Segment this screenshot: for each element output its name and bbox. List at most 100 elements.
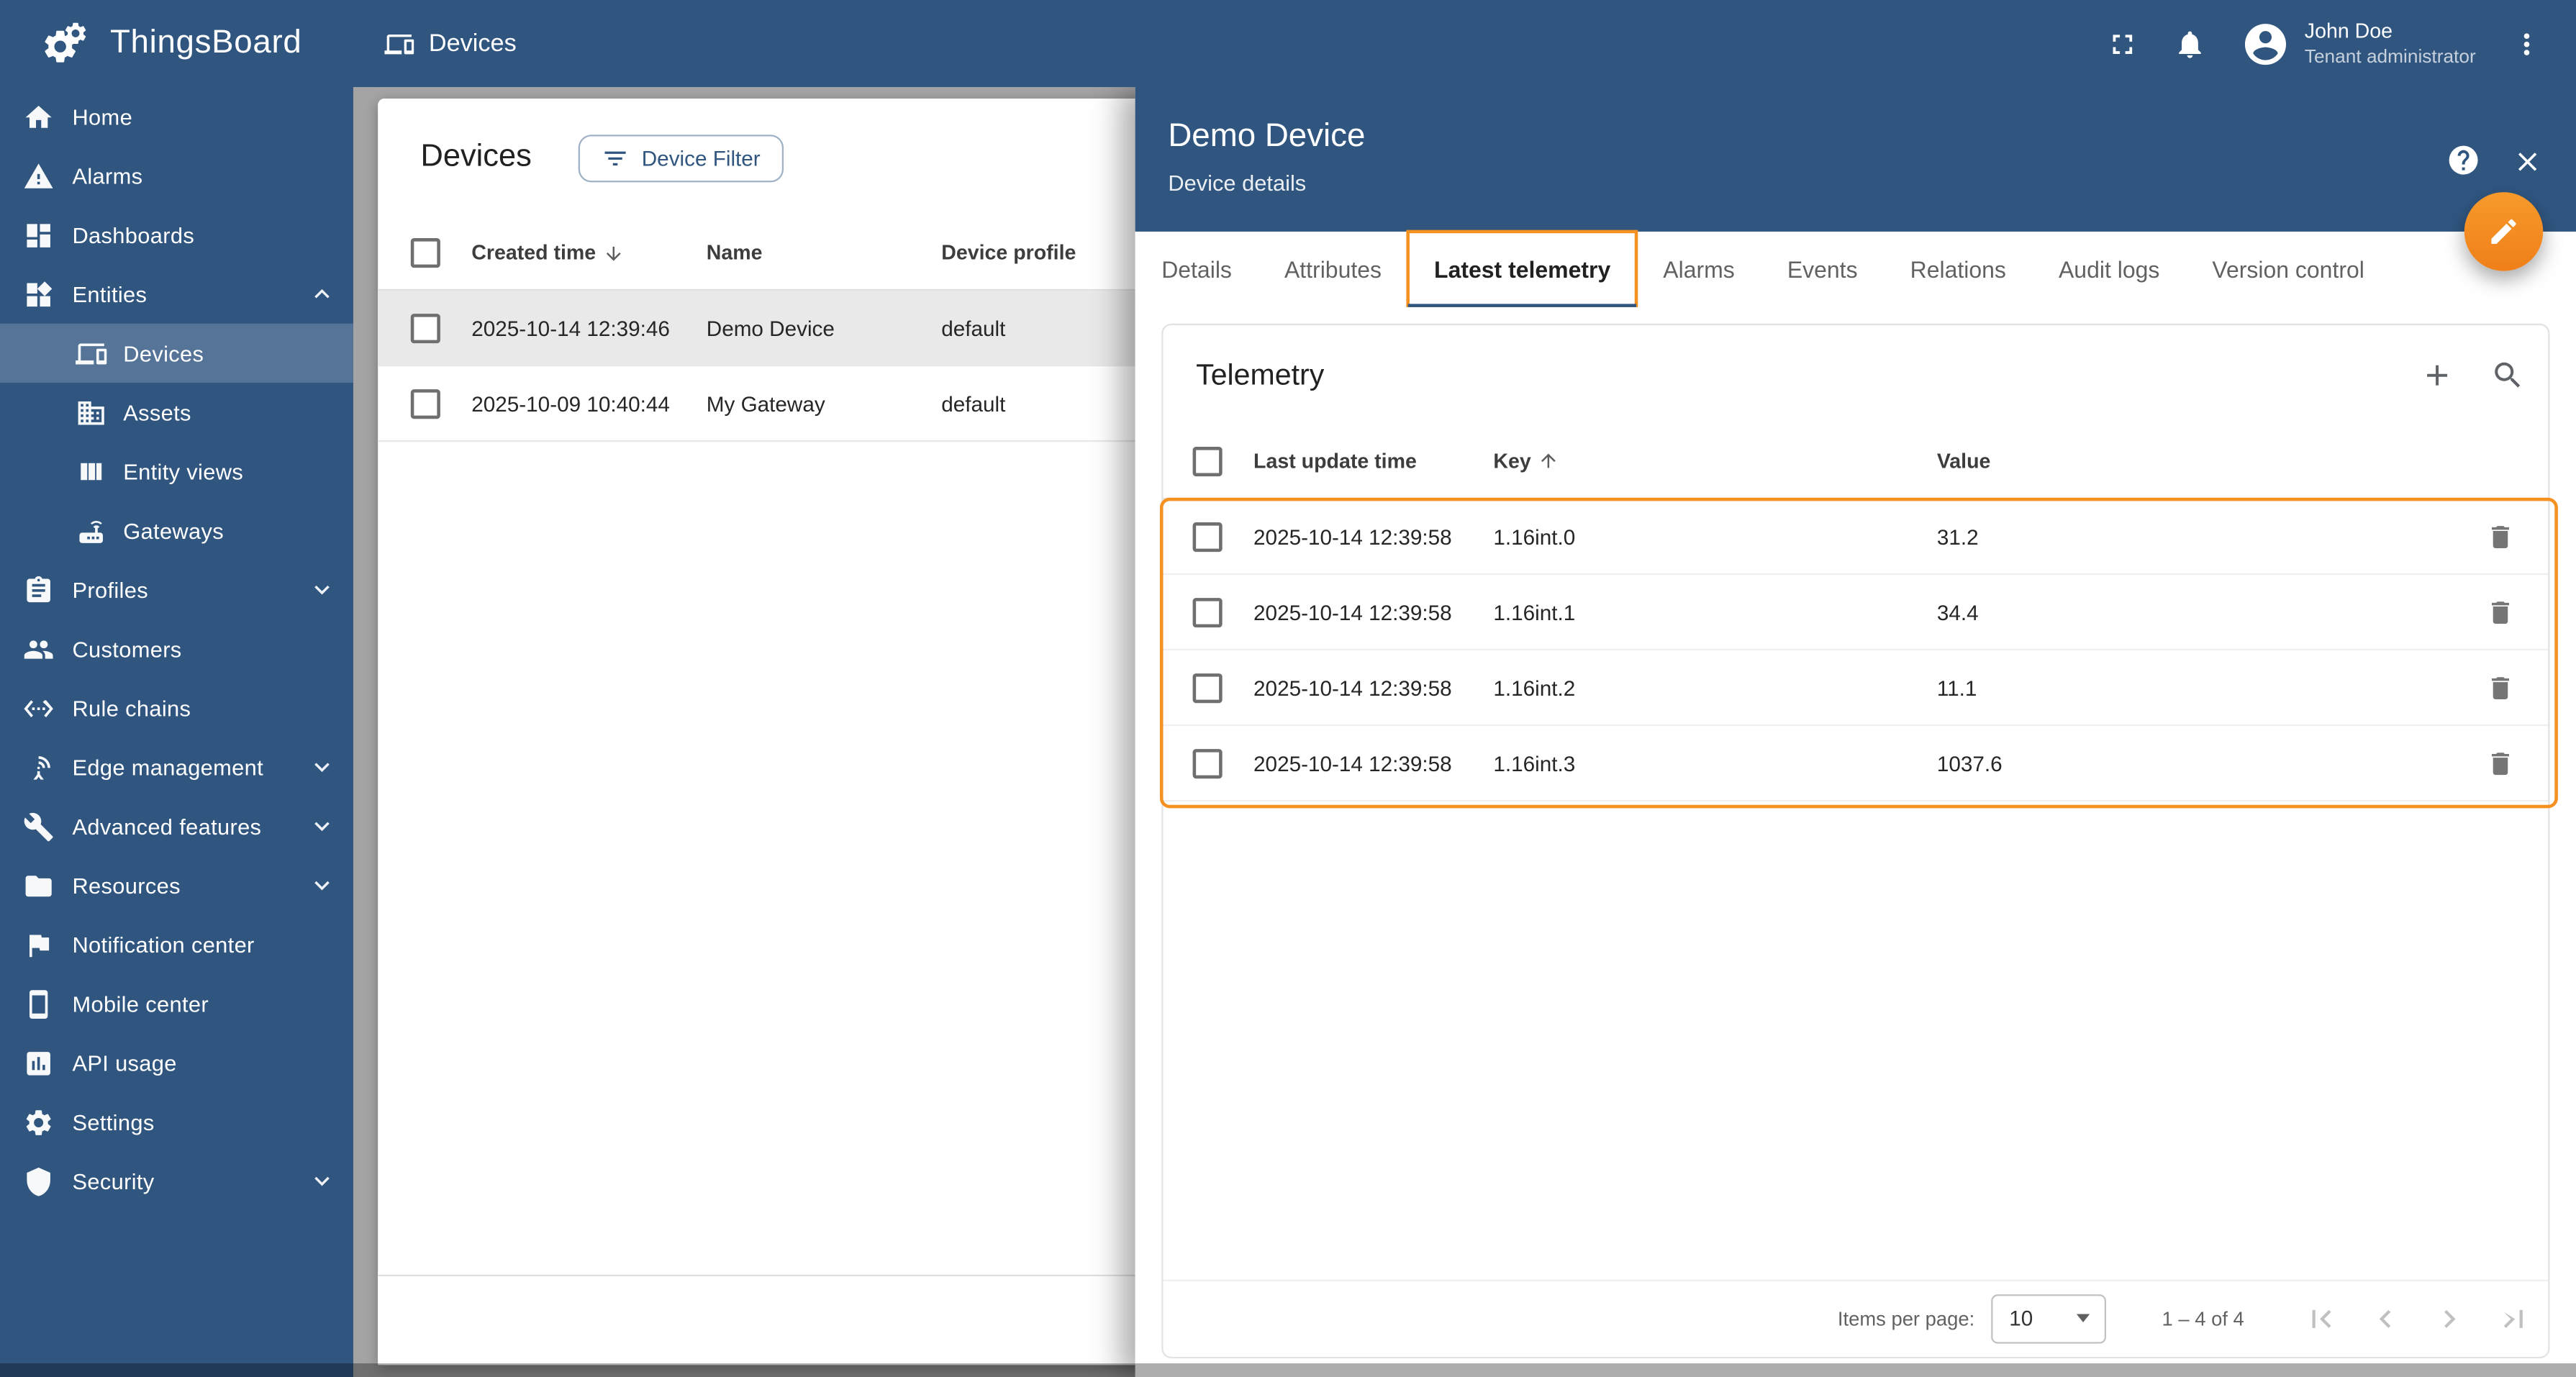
fullscreen-icon[interactable] — [2106, 27, 2139, 60]
sidebar-item-resources[interactable]: Resources — [0, 856, 353, 915]
sidebar-item-advanced-features[interactable]: Advanced features — [0, 796, 353, 855]
sidebar-item-rule-chains[interactable]: Rule chains — [0, 678, 353, 737]
row-checkbox[interactable] — [410, 388, 440, 419]
sidebar-item-entity-views[interactable]: Entity views — [0, 442, 353, 501]
sidebar-item-label: Advanced features — [72, 814, 262, 839]
page-title-label: Devices — [428, 29, 517, 58]
header-actions: John Doe Tenant administrator — [2106, 19, 2576, 68]
warning-icon — [23, 160, 54, 191]
help-icon[interactable] — [2446, 143, 2481, 178]
device-profile: default — [941, 391, 1006, 416]
sidebar-item-label: Profiles — [72, 577, 148, 602]
notification-flag-icon — [23, 929, 54, 960]
column-last-update-time[interactable]: Last update time — [1253, 449, 1417, 472]
sidebar-item-customers[interactable]: Customers — [0, 619, 353, 678]
tab-attributes[interactable]: Attributes — [1258, 232, 1407, 307]
items-per-page-label: Items per page: — [1837, 1306, 1975, 1330]
search-icon[interactable] — [2490, 358, 2525, 392]
sidebar-item-label: Edge management — [72, 755, 264, 780]
column-key[interactable]: Key — [1493, 449, 1559, 472]
sidebar-item-devices[interactable]: Devices — [0, 323, 353, 383]
telemetry-row[interactable]: 2025-10-14 12:39:58 1.16int.3 1037.6 — [1163, 726, 2549, 802]
sidebar-item-settings[interactable]: Settings — [0, 1092, 353, 1151]
row-checkbox[interactable] — [410, 312, 440, 343]
select-all-checkbox[interactable] — [410, 238, 440, 268]
sidebar-item-home[interactable]: Home — [0, 87, 353, 146]
tab-latest-telemetry[interactable]: Latest telemetry — [1406, 230, 1639, 309]
telemetry-value: 34.4 — [1936, 599, 1979, 624]
row-checkbox[interactable] — [1192, 747, 1223, 778]
add-telemetry-icon[interactable] — [2420, 358, 2454, 392]
sidebar-item-security[interactable]: Security — [0, 1151, 353, 1210]
sidebar-item-label: Home — [72, 104, 133, 129]
device-profile: default — [941, 315, 1006, 340]
last-page-icon[interactable] — [2495, 1300, 2531, 1336]
sidebar-item-label: Entities — [72, 281, 148, 306]
edit-device-fab[interactable] — [2464, 192, 2544, 271]
delete-telemetry-icon[interactable] — [2485, 522, 2515, 551]
device-name: My Gateway — [706, 391, 825, 416]
telemetry-key: 1.16int.2 — [1493, 675, 1576, 700]
device-created-time: 2025-10-14 12:39:46 — [471, 315, 670, 340]
user-menu[interactable]: John Doe Tenant administrator — [2241, 19, 2476, 68]
more-options-icon[interactable] — [2511, 27, 2544, 60]
telemetry-card: Telemetry Last update time Key Value 202… — [1159, 323, 2558, 1358]
tab-events[interactable]: Events — [1761, 232, 1884, 307]
sidebar-item-alarms[interactable]: Alarms — [0, 146, 353, 205]
telemetry-row[interactable]: 2025-10-14 12:39:58 1.16int.1 34.4 — [1163, 575, 2549, 651]
telemetry-row[interactable]: 2025-10-14 12:39:58 1.16int.2 11.1 — [1163, 650, 2549, 727]
row-checkbox[interactable] — [1192, 672, 1223, 703]
tab-audit-logs[interactable]: Audit logs — [2032, 232, 2185, 307]
sidebar-item-label: Resources — [72, 873, 181, 898]
tab-details[interactable]: Details — [1135, 232, 1258, 307]
delete-telemetry-icon[interactable] — [2485, 673, 2515, 702]
sidebar-item-api-usage[interactable]: API usage — [0, 1033, 353, 1092]
sidebar-item-edge-management[interactable]: Edge management — [0, 737, 353, 796]
drawer-title: Demo Device — [1168, 118, 1366, 155]
api-usage-chart-icon — [23, 1047, 54, 1078]
sidebar-item-notification-center[interactable]: Notification center — [0, 915, 353, 974]
close-icon[interactable] — [2512, 146, 2543, 177]
column-device-profile[interactable]: Device profile — [941, 242, 1076, 265]
tab-alarms[interactable]: Alarms — [1637, 232, 1761, 307]
telemetry-key: 1.16int.3 — [1493, 750, 1576, 776]
app-logo[interactable]: ThingsBoard — [0, 17, 338, 70]
device-filter-button[interactable]: Device Filter — [577, 134, 784, 182]
profiles-icon — [23, 574, 54, 605]
telemetry-row[interactable]: 2025-10-14 12:39:58 1.16int.0 31.2 — [1163, 499, 2549, 576]
column-value[interactable]: Value — [1937, 449, 1991, 472]
column-created-time[interactable]: Created time — [471, 242, 624, 265]
select-all-checkbox[interactable] — [1192, 445, 1223, 476]
thingsboard-logo-icon — [42, 17, 95, 70]
sidebar-item-label: Customers — [72, 636, 182, 661]
previous-page-icon[interactable] — [2367, 1300, 2403, 1336]
telemetry-time: 2025-10-14 12:39:58 — [1253, 599, 1452, 624]
sidebar-item-profiles[interactable]: Profiles — [0, 560, 353, 619]
chevron-down-icon — [307, 753, 337, 782]
user-role: Tenant administrator — [2304, 47, 2476, 68]
next-page-icon[interactable] — [2431, 1300, 2467, 1336]
delete-telemetry-icon[interactable] — [2485, 748, 2515, 778]
items-per-page-select[interactable]: 10 — [1991, 1293, 2106, 1343]
window-bottom-edge — [0, 1362, 2576, 1377]
tab-relations[interactable]: Relations — [1884, 232, 2032, 307]
row-checkbox[interactable] — [1192, 596, 1223, 627]
entity-views-icon — [76, 456, 106, 487]
notifications-bell-icon[interactable] — [2173, 27, 2206, 60]
sidebar-item-entities[interactable]: Entities — [0, 265, 353, 324]
column-name[interactable]: Name — [707, 242, 763, 265]
filter-icon — [601, 144, 629, 172]
tab-version-control[interactable]: Version control — [2186, 232, 2391, 307]
device-filter-label: Device Filter — [641, 145, 761, 171]
sidebar-item-assets[interactable]: Assets — [0, 383, 353, 442]
drawer-tabs: Details Attributes Latest telemetry Alar… — [1135, 230, 2576, 309]
sidebar-item-gateways[interactable]: Gateways — [0, 501, 353, 560]
sidebar-item-mobile-center[interactable]: Mobile center — [0, 974, 353, 1033]
row-checkbox[interactable] — [1192, 521, 1223, 552]
first-page-icon[interactable] — [2303, 1300, 2339, 1336]
telemetry-value: 11.1 — [1936, 675, 1977, 700]
sidebar-item-dashboards[interactable]: Dashboards — [0, 205, 353, 264]
delete-telemetry-icon[interactable] — [2485, 597, 2515, 627]
entities-icon — [23, 278, 54, 309]
security-shield-icon — [23, 1165, 54, 1196]
